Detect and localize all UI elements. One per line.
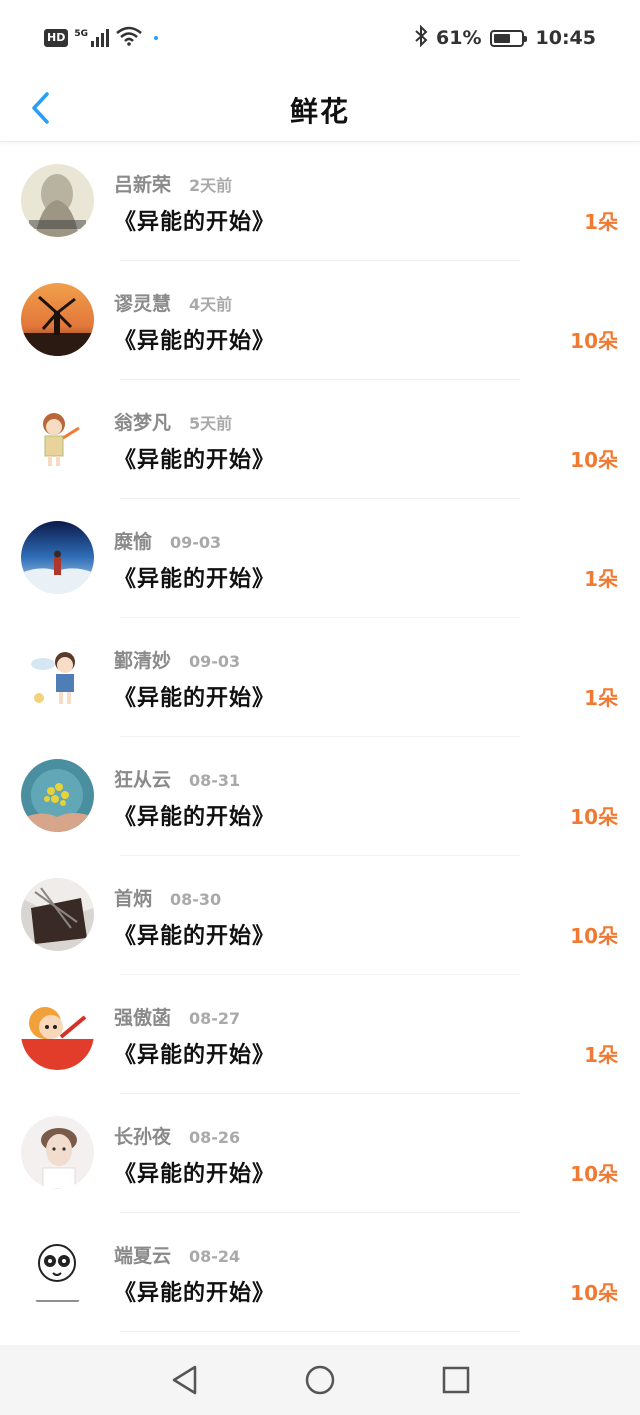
signal-icon: 5G (74, 29, 110, 47)
system-nav-bar (0, 1345, 640, 1415)
gift-meta: 鄞清妙 09-03 (114, 646, 240, 673)
avatar[interactable] (21, 997, 94, 1070)
book-title: 《异能的开始》 (114, 1162, 276, 1187)
avatar[interactable] (21, 521, 94, 594)
gift-meta: 首炳 08-30 (114, 884, 221, 911)
flower-amount: 10朵 (570, 1162, 618, 1186)
book-title: 《异能的开始》 (114, 805, 276, 830)
flower-amount: 1朵 (584, 567, 618, 591)
book-title: 《异能的开始》 (114, 1043, 276, 1068)
flower-amount: 10朵 (570, 448, 618, 472)
gift-meta: 谬灵慧 4天前 (114, 289, 232, 316)
user-name: 糜愉 (114, 531, 153, 553)
user-name: 端夏云 (114, 1245, 172, 1267)
gift-meta: 糜愉 09-03 (114, 527, 221, 554)
nav-home-button[interactable] (302, 1362, 338, 1398)
gift-time: 08-31 (189, 771, 241, 790)
gift-row[interactable]: 长孙夜 08-26 《异能的开始》 10朵 (0, 1094, 640, 1213)
battery-icon (489, 29, 527, 47)
row-divider (120, 1331, 520, 1332)
gift-meta: 端夏云 08-24 (114, 1241, 240, 1268)
gift-row[interactable]: 鄞清妙 09-03 《异能的开始》 1朵 (0, 618, 640, 737)
nav-back-button[interactable] (166, 1362, 202, 1398)
user-name: 谬灵慧 (114, 293, 172, 315)
network-label: 5G (74, 29, 88, 39)
user-name: 强傲菡 (114, 1007, 172, 1029)
book-title: 《异能的开始》 (114, 1281, 276, 1306)
gift-time: 08-27 (189, 1009, 241, 1028)
gift-row[interactable]: 强傲菡 08-27 《异能的开始》 1朵 (0, 975, 640, 1094)
page-title: 鲜花 (289, 95, 350, 128)
gift-row[interactable]: 首炳 08-30 《异能的开始》 10朵 (0, 856, 640, 975)
home-circle-icon (305, 1365, 335, 1395)
book-title: 《异能的开始》 (114, 329, 276, 354)
hd-badge: HD (44, 29, 69, 47)
gift-time: 2天前 (189, 176, 233, 195)
gift-meta: 狂从云 08-31 (114, 765, 240, 792)
user-name: 狂从云 (114, 769, 172, 791)
avatar[interactable] (21, 164, 94, 237)
gift-meta: 长孙夜 08-26 (114, 1122, 240, 1149)
book-title: 《异能的开始》 (114, 686, 276, 711)
user-name: 长孙夜 (114, 1126, 172, 1148)
battery-fill (493, 33, 510, 43)
wifi-icon (116, 26, 142, 50)
flower-amount: 1朵 (584, 210, 618, 234)
book-title: 《异能的开始》 (114, 210, 276, 235)
gift-meta: 吕新荣 2天前 (114, 170, 232, 197)
avatar[interactable] (21, 878, 94, 951)
avatar[interactable] (21, 402, 94, 475)
status-left: HD 5G (44, 26, 158, 50)
avatar[interactable] (21, 759, 94, 832)
gift-time: 08-30 (170, 890, 222, 909)
recents-square-icon (442, 1366, 470, 1394)
back-triangle-icon (172, 1365, 197, 1395)
flower-amount: 1朵 (584, 1043, 618, 1067)
nav-recents-button[interactable] (438, 1362, 474, 1398)
notification-dot-icon (154, 36, 158, 40)
gift-meta: 强傲菡 08-27 (114, 1003, 240, 1030)
flower-amount: 1朵 (584, 686, 618, 710)
header: 鲜花 (0, 76, 640, 142)
avatar[interactable] (21, 283, 94, 356)
gift-time: 08-24 (189, 1247, 241, 1266)
gift-time: 08-26 (189, 1128, 241, 1147)
avatar[interactable] (21, 1116, 94, 1189)
status-bar: HD 5G 61% 10:45 (0, 0, 640, 76)
user-name: 鄞清妙 (114, 650, 172, 672)
flower-amount: 10朵 (570, 329, 618, 353)
battery-percent: 61% (436, 27, 482, 49)
flower-amount: 10朵 (570, 924, 618, 948)
bluetooth-icon (414, 24, 428, 52)
gift-list: 吕新荣 2天前 《异能的开始》 1朵 谬灵慧 4天前 《异能的开始》 10朵 翁梦凡 5天前 《异能… (0, 142, 640, 1332)
status-right: 61% 10:45 (414, 24, 596, 52)
gift-row[interactable]: 端夏云 08-24 《异能的开始》 10朵 (0, 1213, 640, 1332)
gift-time: 4天前 (189, 295, 233, 314)
user-name: 首炳 (114, 888, 153, 910)
clock: 10:45 (535, 27, 596, 49)
user-name: 吕新荣 (114, 174, 172, 196)
gift-row[interactable]: 狂从云 08-31 《异能的开始》 10朵 (0, 737, 640, 856)
book-title: 《异能的开始》 (114, 448, 276, 473)
user-name: 翁梦凡 (114, 412, 172, 434)
gift-meta: 翁梦凡 5天前 (114, 408, 232, 435)
gift-row[interactable]: 糜愉 09-03 《异能的开始》 1朵 (0, 499, 640, 618)
flower-amount: 10朵 (570, 1281, 618, 1305)
avatar[interactable] (21, 1235, 94, 1308)
flower-amount: 10朵 (570, 805, 618, 829)
gift-time: 5天前 (189, 414, 233, 433)
gift-row[interactable]: 谬灵慧 4天前《异能的开始》 10朵 (0, 261, 640, 380)
avatar[interactable] (21, 640, 94, 713)
book-title: 《异能的开始》 (114, 567, 276, 592)
gift-time: 09-03 (170, 533, 222, 552)
gift-row[interactable]: 吕新荣 2天前《异能的开始》 1朵 (0, 142, 640, 261)
gift-time: 09-03 (189, 652, 241, 671)
book-title: 《异能的开始》 (114, 924, 276, 949)
gift-row[interactable]: 翁梦凡 5天前《异能的开始》 10朵 (0, 380, 640, 499)
